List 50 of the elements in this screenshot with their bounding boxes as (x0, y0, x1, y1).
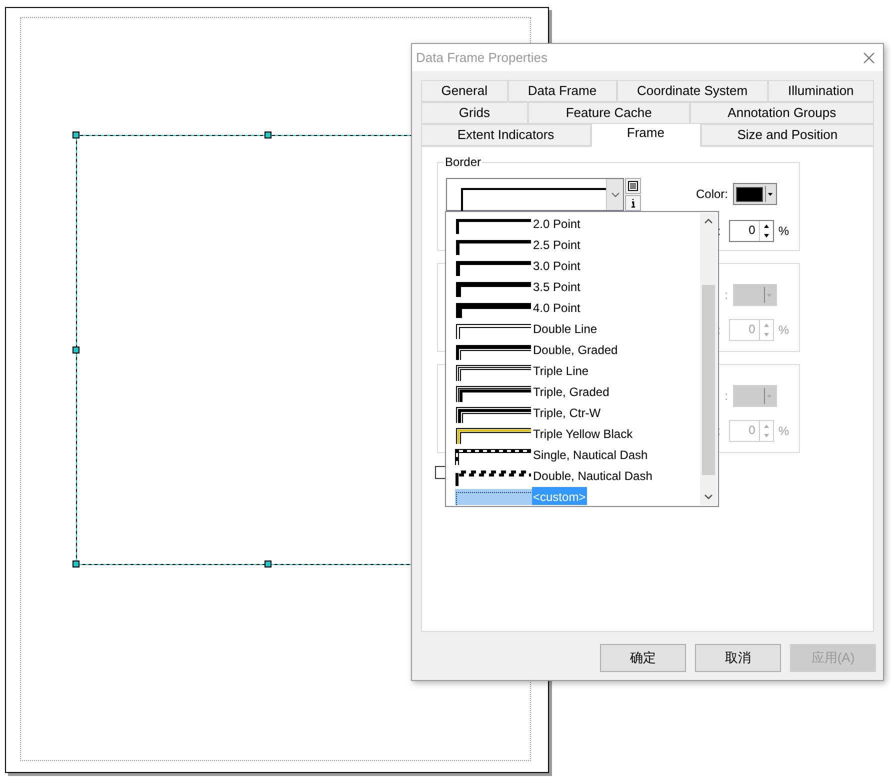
color-label: Color: (696, 186, 729, 203)
list-item[interactable]: Double Line (455, 319, 700, 340)
tab[interactable]: Annotation Groups (690, 102, 874, 124)
color-label: : (724, 287, 729, 304)
tab[interactable]: Extent Indicators (421, 124, 591, 146)
caret-icon (765, 393, 774, 399)
unit-label: % (778, 223, 789, 240)
scrollbar[interactable] (700, 213, 717, 505)
color-picker[interactable] (733, 183, 777, 205)
list-item[interactable]: Triple Line (455, 361, 700, 382)
border-preview-icon (455, 426, 532, 444)
info-icon[interactable] (625, 195, 641, 211)
list-item[interactable]: 2.5 Point (455, 235, 700, 256)
tab[interactable]: Size and Position (700, 124, 874, 146)
color-label: : (724, 388, 729, 405)
tab[interactable]: Grids (421, 102, 528, 124)
unit-label: % (778, 423, 789, 440)
border-preview-icon (455, 384, 532, 402)
chevron-down-icon (610, 192, 620, 198)
unit-label: % (778, 322, 789, 339)
gap-spin-field[interactable]: 0 (729, 220, 774, 242)
group-title: Border (444, 155, 482, 169)
tab[interactable]: Feature Cache (528, 102, 690, 124)
tab[interactable]: Illumination (768, 80, 874, 102)
border-preview-icon (455, 404, 532, 422)
list-item[interactable]: 3.5 Point (455, 277, 700, 298)
list-item[interactable]: Triple Yellow Black (455, 424, 700, 445)
tab[interactable]: Frame (590, 123, 701, 147)
caret-icon (765, 292, 774, 298)
list-item[interactable]: Double, Nautical Dash (455, 466, 700, 487)
list-item[interactable]: Triple, Graded (455, 382, 700, 403)
list-item[interactable]: 2.0 Point (455, 214, 700, 235)
border-preview-icon (455, 362, 532, 380)
list-item[interactable]: Double, Graded (455, 340, 700, 361)
list-item[interactable]: Single, Nautical Dash (455, 445, 700, 466)
list-item[interactable]: Triple, Ctr-W (455, 403, 700, 424)
close-icon[interactable] (863, 52, 875, 64)
list-item[interactable]: 3.0 Point (455, 256, 700, 277)
caret-icon (766, 191, 774, 197)
dialog-button[interactable]: 取消 (695, 644, 781, 672)
border-preview-icon (455, 468, 532, 486)
list-icon[interactable] (625, 178, 641, 194)
tab[interactable]: Data Frame (508, 80, 617, 102)
list-item[interactable]: 4.0 Point (455, 298, 700, 319)
border-preview-icon (455, 446, 532, 464)
tab[interactable]: General (421, 80, 508, 102)
dialog-button[interactable]: 确定 (600, 644, 686, 672)
tab[interactable]: Coordinate System (616, 80, 768, 102)
window-title: Data Frame Properties (416, 48, 548, 67)
border-style-combo[interactable] (446, 178, 624, 211)
